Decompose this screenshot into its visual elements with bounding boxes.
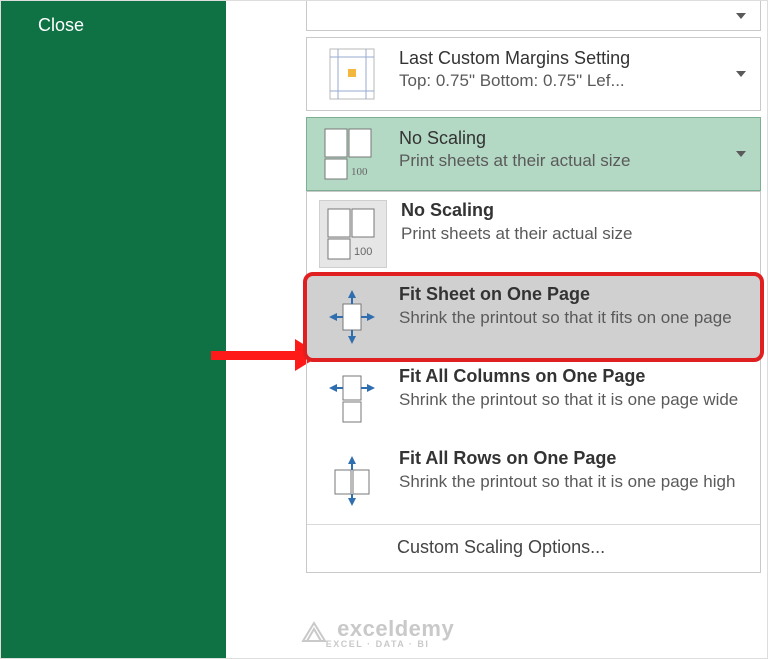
- margins-subtitle: Top: 0.75" Bottom: 0.75" Lef...: [399, 71, 726, 91]
- chevron-down-icon: [736, 13, 746, 19]
- scaling-dropdown: 100 No Scaling Print sheets at their act…: [306, 191, 761, 573]
- svg-text:100: 100: [354, 246, 372, 258]
- scaling-subtitle: Print sheets at their actual size: [399, 151, 726, 171]
- watermark: exceldemy EXCEL · DATA · BI: [301, 616, 454, 649]
- scaling-option-no-scaling[interactable]: 100 No Scaling Print sheets at their act…: [307, 192, 760, 276]
- icon-label-100: 100: [351, 166, 368, 178]
- close-button[interactable]: Close: [38, 15, 84, 36]
- watermark-logo-icon: [301, 621, 327, 643]
- fit-sheet-icon: [319, 284, 385, 350]
- scaling-option-fit-rows[interactable]: Fit All Rows on One Page Shrink the prin…: [307, 440, 760, 522]
- chevron-down-icon: [736, 151, 746, 157]
- fit-rows-icon: [319, 448, 385, 514]
- option-subtitle: Print sheets at their actual size: [401, 223, 748, 244]
- custom-scaling-options[interactable]: Custom Scaling Options...: [307, 527, 760, 572]
- option-title: Fit All Columns on One Page: [399, 366, 748, 387]
- margins-title: Last Custom Margins Setting: [399, 48, 726, 69]
- chevron-down-icon: [736, 71, 746, 77]
- scaling-row[interactable]: 100 No Scaling Print sheets at their act…: [306, 117, 761, 191]
- print-settings-panel: Last Custom Margins Setting Top: 0.75" B…: [306, 1, 761, 573]
- scaling-option-fit-sheet[interactable]: Fit Sheet on One Page Shrink the printou…: [307, 276, 760, 358]
- no-scaling-icon: 100: [319, 128, 385, 180]
- option-title: Fit Sheet on One Page: [399, 284, 748, 305]
- option-subtitle: Shrink the printout so that it fits on o…: [399, 307, 748, 328]
- orientation-row-partial[interactable]: [306, 1, 761, 31]
- orientation-icon: [319, 1, 385, 25]
- margins-row[interactable]: Last Custom Margins Setting Top: 0.75" B…: [306, 37, 761, 111]
- option-title: No Scaling: [401, 200, 748, 221]
- watermark-brand: exceldemy: [337, 616, 454, 641]
- margins-icon: [319, 48, 385, 100]
- option-title: Fit All Rows on One Page: [399, 448, 748, 469]
- backstage-sidebar: Close: [1, 1, 226, 658]
- scaling-title: No Scaling: [399, 128, 726, 149]
- option-subtitle: Shrink the printout so that it is one pa…: [399, 471, 748, 492]
- fit-columns-icon: [319, 366, 385, 432]
- no-scaling-icon: 100: [319, 200, 387, 268]
- separator: [307, 524, 760, 525]
- scaling-option-fit-columns[interactable]: Fit All Columns on One Page Shrink the p…: [307, 358, 760, 440]
- option-subtitle: Shrink the printout so that it is one pa…: [399, 389, 748, 410]
